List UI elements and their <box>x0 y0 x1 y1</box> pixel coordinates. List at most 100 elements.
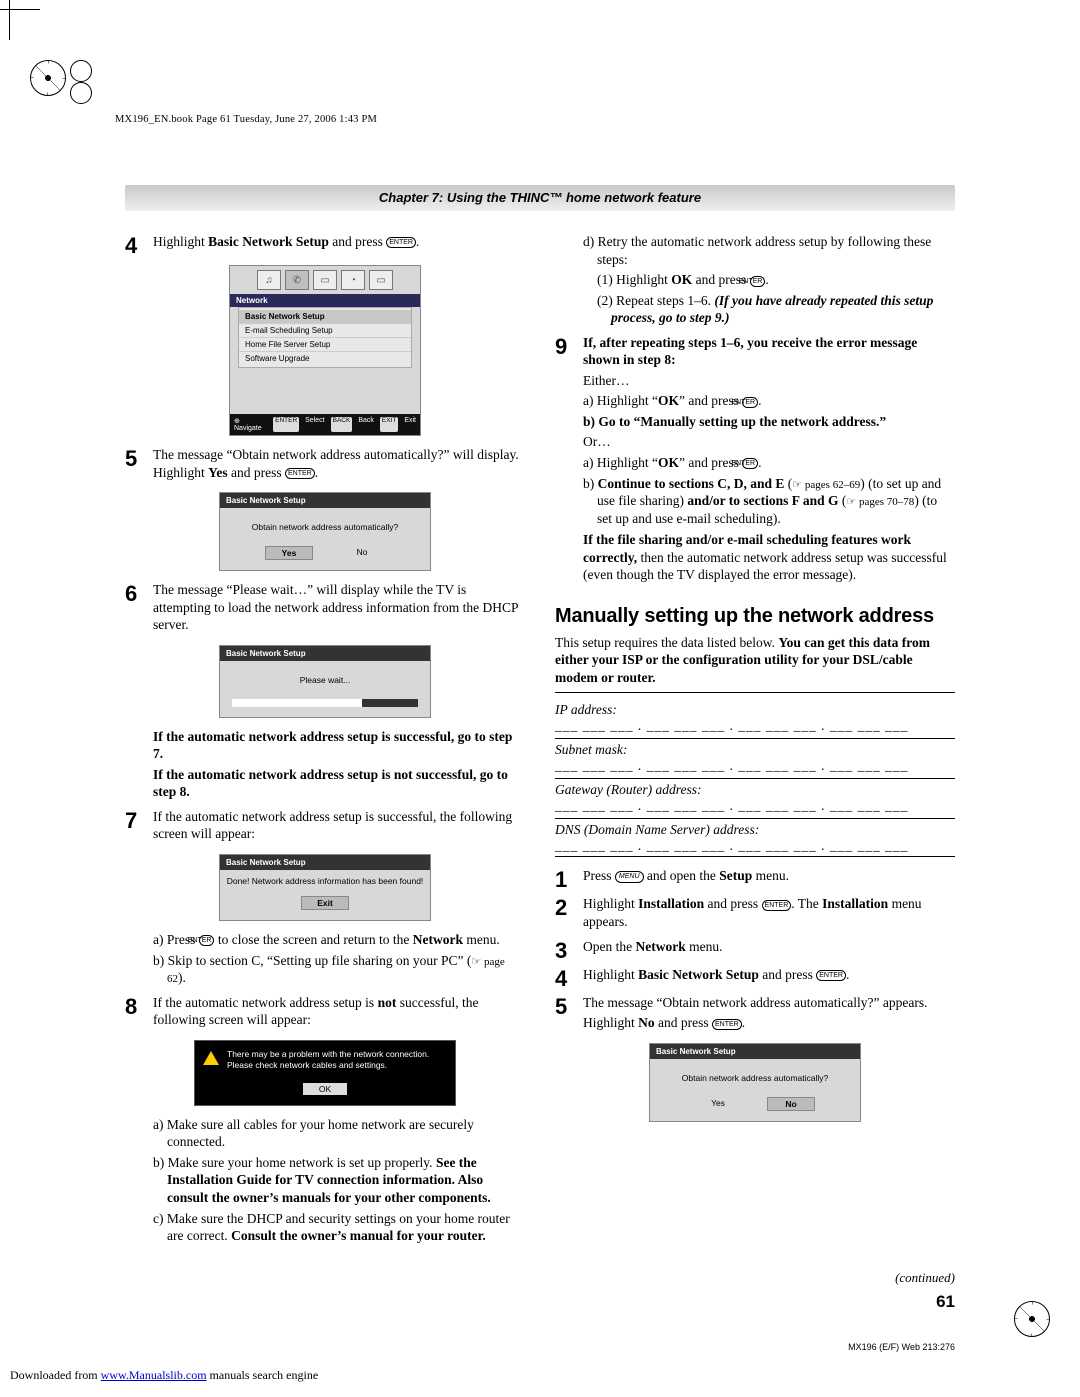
section-heading: Manually setting up the network address <box>555 605 955 628</box>
text: menu. <box>463 932 500 947</box>
enter-icon: ENTER <box>199 935 215 946</box>
text: ). <box>178 970 186 985</box>
left-column: 4 Highlight Basic Network Setup and pres… <box>125 233 525 1252</box>
text: This setup requires the data listed belo… <box>555 635 778 650</box>
enter-icon: ENTER <box>386 237 416 248</box>
text: b) Make sure your home network is set up… <box>153 1155 436 1170</box>
step-number: 7 <box>125 810 153 846</box>
text: menu. <box>752 868 789 883</box>
step-8: 8 If the automatic network address setup… <box>125 994 525 1032</box>
bold-text: OK <box>658 455 679 470</box>
bold-text: If the automatic network address setup i… <box>153 729 512 762</box>
text: menu. <box>686 939 723 954</box>
enter-icon: ENTER <box>742 458 758 469</box>
bold-text: b) Go to “Manually setting up the networ… <box>583 414 886 429</box>
bold-text: OK <box>658 393 679 408</box>
bold-text: Installation <box>822 896 888 911</box>
text: to close the screen and return to the <box>214 932 412 947</box>
text: b) Skip to section C, “Setting up file s… <box>153 953 471 968</box>
text: then the automatic network address setup… <box>583 550 947 583</box>
text: and press <box>759 967 816 982</box>
manualslib-link[interactable]: www.Manualslib.com <box>101 1368 207 1382</box>
download-note: Downloaded from www.Manualslib.com manua… <box>10 1368 318 1383</box>
text: Or… <box>583 433 955 451</box>
text: Highlight <box>153 234 208 249</box>
step-number: 8 <box>125 996 153 1032</box>
osd-error-dialog: There may be a problem with the network … <box>194 1040 456 1106</box>
osd-hint: Select <box>305 417 324 432</box>
text: If the automatic network address setup i… <box>153 995 378 1010</box>
field-dns: DNS (Domain Name Server) address: <box>555 818 955 838</box>
osd-tab-icon: ▭ <box>313 270 337 290</box>
field-subnet: Subnet mask: <box>555 738 955 758</box>
menu-icon: MENU <box>615 871 644 883</box>
bold-text: Installation <box>638 896 704 911</box>
text: and press <box>329 234 386 249</box>
step-number: 9 <box>555 336 583 587</box>
osd-dialog-header: Basic Network Setup <box>220 646 430 661</box>
enter-icon: ENTER <box>750 276 766 287</box>
crop-mark-icon <box>1014 1301 1050 1337</box>
step-number: 4 <box>555 968 583 990</box>
bold-text: If the automatic network address setup i… <box>153 767 508 800</box>
pointer-ref: ☞ pages 62–69 <box>792 478 860 490</box>
osd-tab-icon: ◔ <box>341 270 365 290</box>
text: If the automatic network address setup i… <box>153 808 525 843</box>
warning-icon <box>203 1051 219 1065</box>
spacer <box>125 730 153 804</box>
osd-obtain-no-dialog: Basic Network Setup Obtain network addre… <box>649 1043 861 1122</box>
text: and press <box>655 1015 712 1030</box>
osd-menu-item: Home File Server Setup <box>239 338 411 352</box>
step-5: 5 The message “Obtain network address au… <box>125 446 525 484</box>
osd-dialog-msg: Done! Network address information has be… <box>220 870 430 892</box>
enter-icon: ENTER <box>816 970 846 981</box>
osd-tab-icon: ▭ <box>369 270 393 290</box>
step-8d: d) Retry the automatic network address s… <box>555 233 955 330</box>
blank-line: ___ ___ ___ . ___ ___ ___ . ___ ___ ___ … <box>555 758 955 774</box>
crop-mark-icon <box>70 60 92 82</box>
step-number: 4 <box>125 235 153 257</box>
bold-text: and/or to sections F and G <box>687 493 838 508</box>
manual-step-1: 1 Press MENU and open the Setup menu. <box>555 867 955 891</box>
text: b) <box>583 476 598 491</box>
manual-step-5: 5 The message “Obtain network address au… <box>555 994 955 1035</box>
osd-tab-icon: ✆ <box>285 270 309 290</box>
enter-icon: ENTER <box>742 397 758 408</box>
step-8-sub: a) Make sure all cables for your home ne… <box>125 1116 525 1248</box>
text: . The <box>791 896 822 911</box>
bold-text: Consult the owner’s manual for your rout… <box>231 1228 486 1243</box>
progress-bar <box>232 699 418 707</box>
osd-menu-item: Software Upgrade <box>239 352 411 365</box>
step-number: 2 <box>555 897 583 933</box>
page-number: 61 <box>125 1292 955 1312</box>
data-fields-block: IP address: ___ ___ ___ . ___ ___ ___ . … <box>555 692 955 857</box>
osd-hint: Back <box>358 417 374 432</box>
text: a) Highlight “ <box>583 455 658 470</box>
manual-step-2: 2 Highlight Installation and press ENTER… <box>555 895 955 933</box>
text: a) Highlight “ <box>583 393 658 408</box>
document-page: MX196_EN.book Page 61 Tuesday, June 27, … <box>0 0 1080 1397</box>
bold-text: Yes <box>208 465 228 480</box>
bold-text: Basic Network Setup <box>638 967 759 982</box>
osd-please-wait: Basic Network Setup Please wait... <box>219 645 431 718</box>
step-number: 5 <box>555 996 583 1035</box>
bold-text: Setup <box>719 868 752 883</box>
osd-done-dialog: Basic Network Setup Done! Network addres… <box>219 854 431 921</box>
text: Highlight <box>583 1015 638 1030</box>
osd-ok-button: OK <box>303 1083 347 1095</box>
text: d) Retry the automatic network address s… <box>583 233 955 268</box>
bold-text: Continue to sections C, D, and E <box>598 476 785 491</box>
step-6: 6 The message “Please wait…” will displa… <box>125 581 525 637</box>
osd-key-icon: BACK <box>331 417 353 432</box>
osd-no-button: No <box>339 546 385 560</box>
osd-yes-button: Yes <box>265 546 313 560</box>
osd-hint: ⊕ Navigate <box>234 417 267 432</box>
text: Either… <box>583 372 955 390</box>
osd-no-button: No <box>767 1097 815 1111</box>
text: manuals search engine <box>207 1368 319 1382</box>
osd-yes-button: Yes <box>695 1097 741 1111</box>
blank-line: ___ ___ ___ . ___ ___ ___ . ___ ___ ___ … <box>555 798 955 814</box>
text: The message “Please wait…” will display … <box>153 581 525 634</box>
crop-mark-icon <box>70 82 92 104</box>
text: Downloaded from <box>10 1368 101 1382</box>
